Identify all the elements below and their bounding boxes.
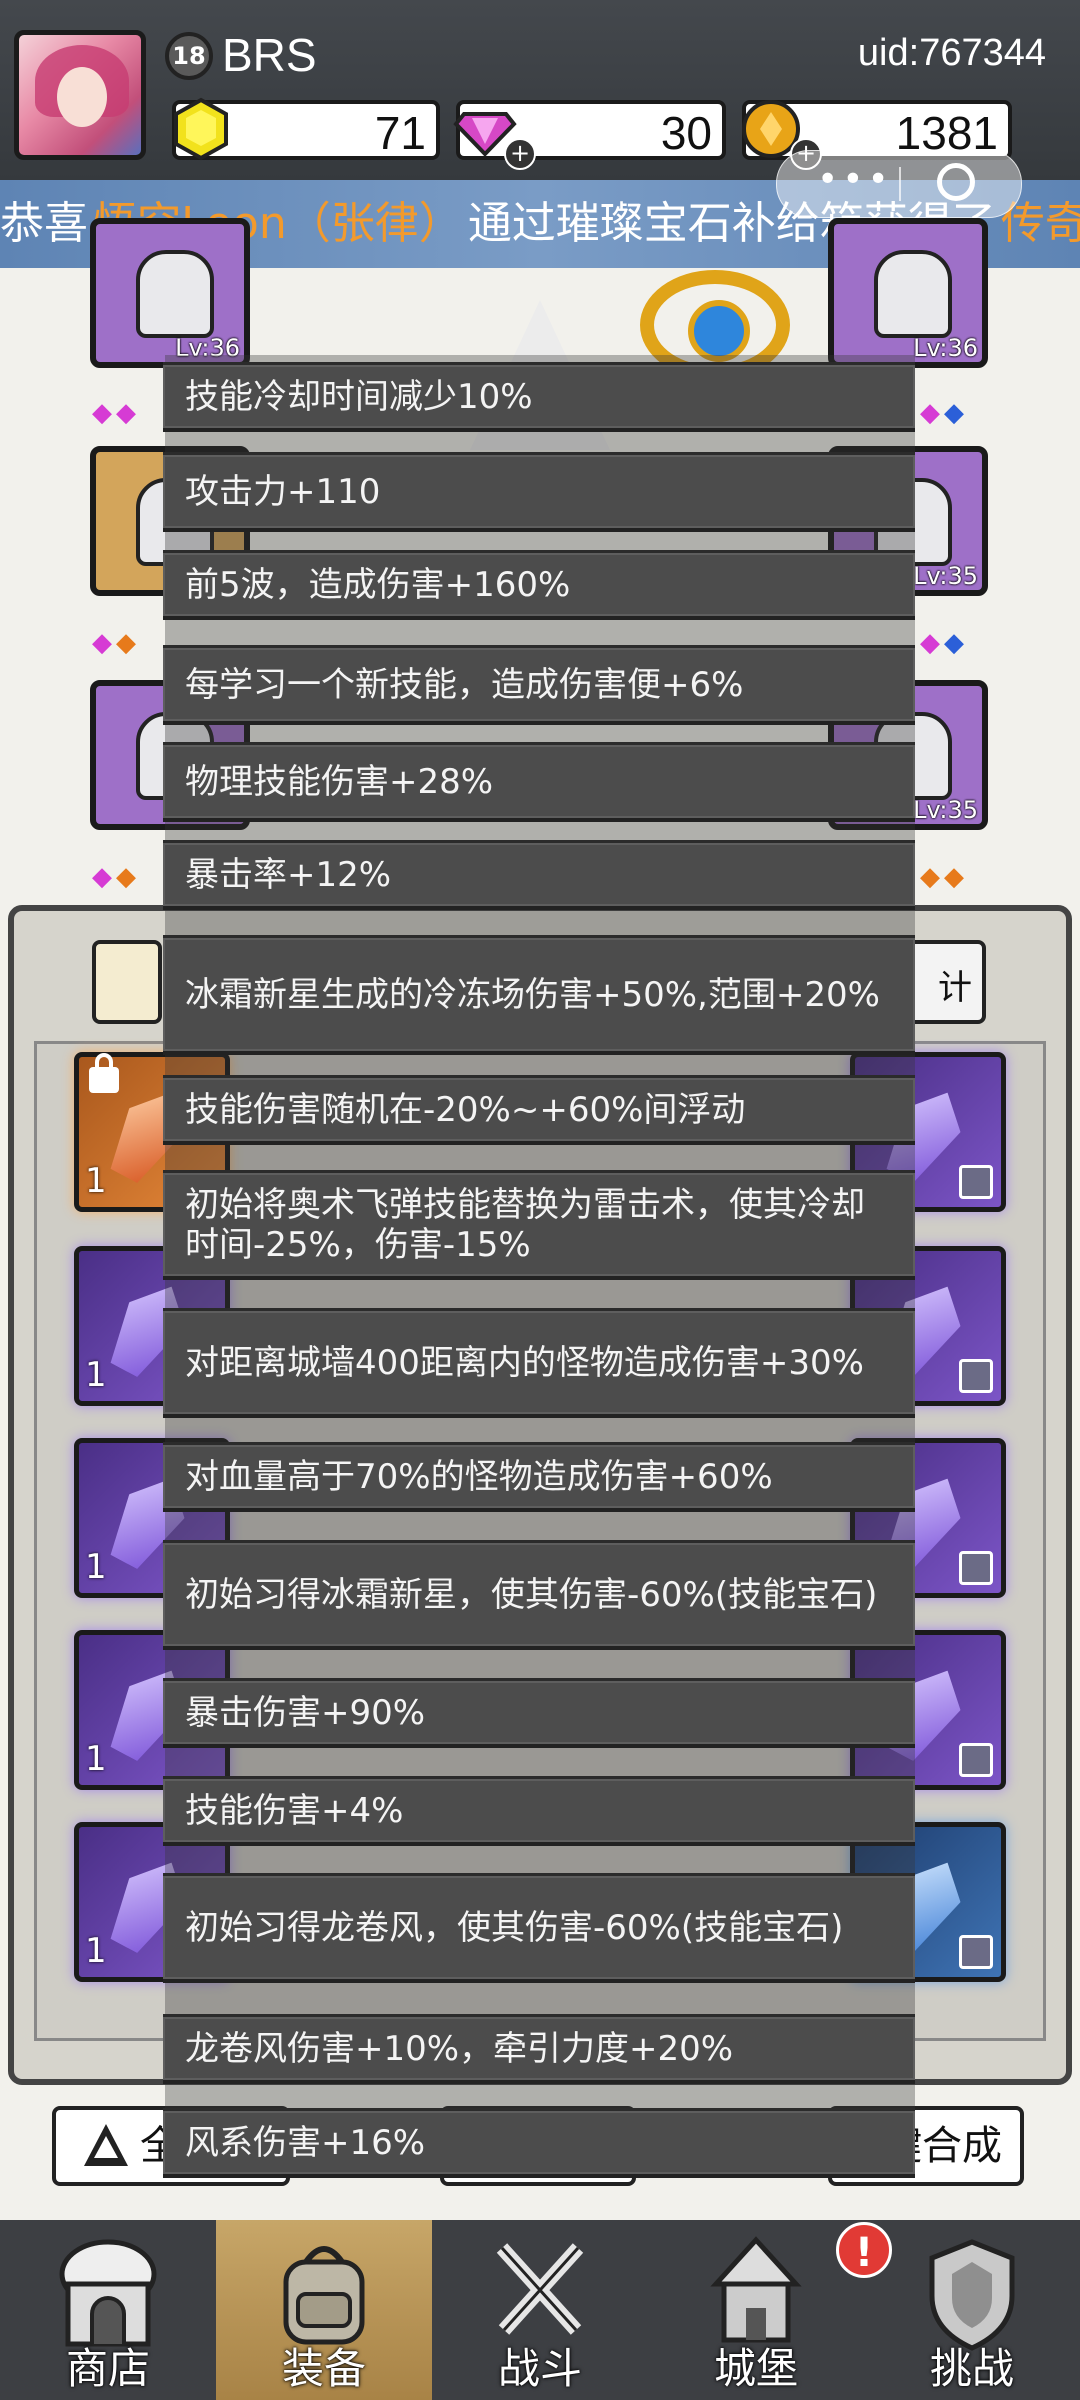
equip-type-icon bbox=[959, 1359, 993, 1393]
wand-orb bbox=[688, 300, 750, 362]
player-name: BRS bbox=[222, 29, 317, 81]
stat-row: 暴击伤害+90% bbox=[163, 1678, 915, 1748]
player-avatar[interactable] bbox=[14, 30, 146, 160]
stat-text: 技能冷却时间减少10% bbox=[185, 376, 533, 417]
stat-text: 初始习得冰霜新星，使其伤害-60%(技能宝石) bbox=[185, 1574, 878, 1615]
equip-type-icon bbox=[959, 1935, 993, 1969]
nav-label: 装备 bbox=[281, 2344, 366, 2393]
item-count: 1 bbox=[85, 1355, 107, 1395]
stat-text: 技能伤害+4% bbox=[185, 1790, 404, 1831]
player-level-badge: 18 bbox=[165, 32, 213, 80]
stat-row: 对距离城墙400距离内的怪物造成伤害+30% bbox=[163, 1308, 915, 1418]
marquee-text: 恭喜 bbox=[0, 198, 88, 249]
resource-diamond[interactable]: + 30 bbox=[453, 100, 726, 170]
lock-icon bbox=[89, 1053, 119, 1093]
weapon-icon bbox=[874, 250, 952, 338]
stat-text: 暴击伤害+90% bbox=[185, 1692, 426, 1733]
stat-row: 风系伤害+16% bbox=[163, 2108, 915, 2178]
item-count: 1 bbox=[85, 1547, 107, 1587]
stat-row: 对血量高于70%的怪物造成伤害+60% bbox=[163, 1442, 915, 1512]
resource-value: 30 bbox=[660, 107, 712, 159]
stat-text: 对距离城墙400距离内的怪物造成伤害+30% bbox=[185, 1342, 864, 1383]
nav-shop[interactable]: 商店 bbox=[0, 2220, 216, 2400]
stat-row: 攻击力+110 bbox=[163, 452, 915, 532]
slot-gems: ◆◆ bbox=[92, 398, 140, 428]
item-count: 1 bbox=[85, 1931, 107, 1971]
slot-gems: ◆◆ bbox=[920, 398, 968, 428]
add-diamond-icon[interactable]: + bbox=[504, 138, 536, 170]
player-uid: uid:767344 bbox=[857, 32, 1046, 74]
equip-type-icon bbox=[959, 1743, 993, 1777]
stat-text: 前5波，造成伤害+160% bbox=[185, 564, 571, 605]
equip-type-icon bbox=[959, 1165, 993, 1199]
stat-text: 龙卷风伤害+10%，牵引力度+20% bbox=[185, 2028, 734, 2069]
resource-value: 71 bbox=[374, 107, 426, 159]
equip-type-icon bbox=[959, 1551, 993, 1585]
stat-text: 攻击力+110 bbox=[185, 471, 381, 512]
nav-label: 挑战 bbox=[929, 2344, 1014, 2393]
slot-gems: ◆◆ bbox=[920, 862, 968, 892]
stat-text: 对血量高于70%的怪物造成伤害+60% bbox=[185, 1456, 773, 1497]
stat-row: 每学习一个新技能，造成伤害便+6% bbox=[163, 645, 915, 725]
more-icon[interactable]: ••• bbox=[817, 159, 893, 200]
stat-text: 冰霜新星生成的冷冻场伤害+50%,范围+20% bbox=[185, 974, 880, 1015]
helmet-icon bbox=[136, 250, 214, 338]
slot-gems: ◆◆ bbox=[92, 862, 140, 892]
menu-divider bbox=[899, 167, 901, 201]
slot-level: Lv:35 bbox=[913, 562, 978, 590]
stat-row: 龙卷风伤害+10%，牵引力度+20% bbox=[163, 2014, 915, 2084]
stat-row: 技能冷却时间减少10% bbox=[163, 362, 915, 432]
stat-text: 风系伤害+16% bbox=[185, 2122, 426, 2163]
nav-challenge[interactable]: 挑战 bbox=[864, 2220, 1080, 2400]
stat-row: 初始习得冰霜新星，使其伤害-60%(技能宝石) bbox=[163, 1540, 915, 1650]
stat-row: 冰霜新星生成的冷冻场伤害+50%,范围+20% bbox=[163, 935, 915, 1055]
stat-row: 暴击率+12% bbox=[163, 840, 915, 910]
nav-equipment[interactable]: 装备 bbox=[216, 2220, 432, 2400]
avatar-face bbox=[57, 67, 107, 127]
nav-castle[interactable]: 城堡 bbox=[648, 2220, 864, 2400]
nav-label: 商店 bbox=[65, 2344, 150, 2393]
stat-row: 初始习得龙卷风，使其伤害-60%(技能宝石) bbox=[163, 1873, 915, 1983]
nav-battle[interactable]: 战斗 bbox=[432, 2220, 648, 2400]
filter-button[interactable] bbox=[92, 940, 162, 1024]
equipment-slot-helmet[interactable]: Lv:36 bbox=[90, 218, 250, 368]
stat-row: 物理技能伤害+28% bbox=[163, 742, 915, 822]
item-count: 1 bbox=[85, 1161, 107, 1201]
stat-row: 技能伤害+4% bbox=[163, 1776, 915, 1846]
bottom-navigation: 商店 装备 战斗 城堡 挑战 bbox=[0, 2220, 1080, 2400]
slot-level: Lv:35 bbox=[913, 796, 978, 824]
alert-badge: ! bbox=[836, 2222, 892, 2278]
slot-gems: ◆◆ bbox=[92, 628, 140, 658]
slot-gems: ◆◆ bbox=[920, 628, 968, 658]
stat-text: 每学习一个新技能，造成伤害便+6% bbox=[185, 664, 744, 705]
nav-label: 城堡 bbox=[713, 2344, 798, 2393]
item-count: 1 bbox=[85, 1739, 107, 1779]
resource-gold-hexagon[interactable]: 71 bbox=[172, 97, 440, 161]
gold-hexagon-icon bbox=[174, 97, 228, 161]
equipment-slot-weapon[interactable]: Lv:36 bbox=[828, 218, 988, 368]
stat-row: 前5波，造成伤害+160% bbox=[163, 550, 915, 620]
stat-text: 暴击率+12% bbox=[185, 854, 392, 895]
arrow-up-icon bbox=[84, 2124, 128, 2166]
stat-text: 初始将奥术飞弹技能替换为雷击术，使其冷却时间-25%，伤害-15% bbox=[185, 1184, 865, 1265]
mini-program-menu[interactable]: ••• bbox=[776, 150, 1022, 218]
slot-level: Lv:36 bbox=[913, 334, 978, 362]
stat-text: 技能伤害随机在-20%~+60%间浮动 bbox=[185, 1089, 746, 1130]
stat-row: 初始将奥术飞弹技能替换为雷击术，使其冷却时间-25%，伤害-15% bbox=[163, 1170, 915, 1280]
stat-row: 技能伤害随机在-20%~+60%间浮动 bbox=[163, 1075, 915, 1145]
nav-label: 战斗 bbox=[497, 2344, 582, 2393]
stat-text: 初始习得龙卷风，使其伤害-60%(技能宝石) bbox=[185, 1907, 844, 1948]
close-circle-icon[interactable] bbox=[937, 163, 975, 201]
stat-text: 物理技能伤害+28% bbox=[185, 761, 494, 802]
